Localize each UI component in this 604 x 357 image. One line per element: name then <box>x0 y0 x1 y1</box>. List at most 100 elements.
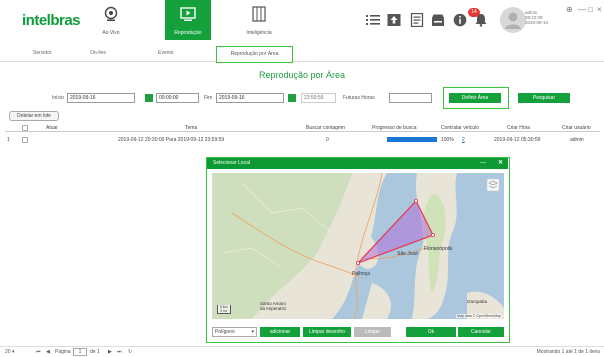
dialog-minimize-icon[interactable]: — <box>480 158 486 169</box>
avatar[interactable] <box>500 7 526 33</box>
clean-button[interactable]: Limpar <box>354 327 391 337</box>
chevron-down-icon: ▾ <box>251 329 254 335</box>
calendar-icon[interactable] <box>288 94 296 102</box>
intelligence-icon <box>252 6 266 22</box>
first-page-icon[interactable]: ⏮ <box>36 349 41 355</box>
shape-select-value: Polígono <box>215 329 235 335</box>
start-time-input[interactable]: 00:00:00 <box>156 93 199 103</box>
dialog-title: Selecionar Local — ✕ <box>207 158 508 169</box>
prev-page-icon[interactable]: ◀ <box>46 349 50 355</box>
col-criar-hora: Criar Hora <box>507 125 531 131</box>
tab-on-line[interactable]: On-line <box>90 50 106 56</box>
playback-icon <box>180 7 196 21</box>
col-criar-usuario: Criar usuário <box>562 125 591 131</box>
minimize-button[interactable]: — <box>578 5 586 14</box>
select-all-checkbox[interactable] <box>22 125 28 131</box>
vehicle-link[interactable]: 2 <box>462 137 465 143</box>
pagination-bar: 20 ▾ ⏮ ◀ Página 1 de 1 ▶ ⏭ ↻ Mostrando 1… <box>0 346 604 357</box>
progress-bar <box>387 137 437 142</box>
row-user: admin <box>570 137 584 143</box>
define-area-button[interactable]: Definir Área <box>449 93 501 103</box>
network-icon[interactable]: ⊕ <box>566 5 573 14</box>
clear-drawing-button[interactable]: Limpar desenho <box>303 327 351 337</box>
refresh-icon[interactable]: ↻ <box>128 349 132 355</box>
tab-reproducao-por-area[interactable]: Reprodução por Área <box>216 46 293 63</box>
chevron-down-icon: ▾ <box>11 349 15 355</box>
page-number-input[interactable]: 1 <box>73 348 87 356</box>
map-scale: 5 km 3 mi <box>217 305 231 314</box>
select-location-dialog: Selecionar Local — ✕ Florianópolis São J… <box>206 157 510 343</box>
col-atuar: Atuar <box>46 125 58 131</box>
tab-servidor[interactable]: Servidor <box>33 50 52 56</box>
row-count: 0 <box>326 137 329 143</box>
next-page-icon[interactable]: ▶ <box>108 349 112 355</box>
map-canvas[interactable] <box>212 173 504 319</box>
map-label-garopaba: Garopaba <box>467 299 488 304</box>
map-view[interactable]: Florianópolis São José Palhoça Santo Ama… <box>212 173 504 319</box>
col-tema: Tema <box>185 125 198 131</box>
pagination-summary: Mostrando 1 até 1 de 1 itens <box>536 349 600 355</box>
page-count: de 1 <box>90 349 100 355</box>
row-created: 2019-09-12 05:30:59 <box>494 137 541 143</box>
map-label-palhoca: Palhoça <box>352 271 371 277</box>
col-progresso: Progresso de busca <box>372 125 417 131</box>
shape-select[interactable]: Polígono ▾ <box>212 327 257 337</box>
table-row[interactable]: 1 2019-09-12 20:30:00 Para 2019-09-12 23… <box>5 135 600 144</box>
nav-reproducao[interactable]: Reprodução <box>165 0 211 40</box>
last-page-icon[interactable]: ⏭ <box>117 349 122 355</box>
start-label: Início <box>52 95 64 101</box>
end-date-input[interactable]: 2019-09-16 <box>216 93 284 103</box>
dialog-title-text: Selecionar Local <box>213 160 250 166</box>
nav-inteligencia[interactable]: Inteligência <box>236 0 282 40</box>
info-icon[interactable] <box>453 13 467 27</box>
nav-label: Reprodução <box>174 30 202 36</box>
table-header: Atuar Tema Buscar contagem Progresso de … <box>5 124 600 132</box>
dialog-footer: Polígono ▾ adicionar Limpar desenho Limp… <box>207 323 508 341</box>
webcam-icon <box>104 6 118 21</box>
hours-label: Futuras Horas <box>343 95 375 101</box>
upload-icon[interactable] <box>387 13 401 27</box>
hours-input[interactable] <box>389 93 432 103</box>
user-icon <box>505 12 521 29</box>
nav-label: Inteligência <box>246 30 272 36</box>
end-label: Fim <box>204 95 213 101</box>
delete-batch-button[interactable]: Deletar em lote <box>9 111 59 121</box>
page-title: Reprodução por Área <box>258 70 346 80</box>
map-label-sao-jose: São José <box>397 251 418 257</box>
row-index: 1 <box>7 137 10 143</box>
cancel-button[interactable]: Cancelar <box>458 327 504 337</box>
nav-label: Ao Vivo <box>102 30 120 36</box>
alarm-badge: 14 <box>468 8 480 17</box>
calendar-icon[interactable] <box>145 94 153 102</box>
row-tema: 2019-09-12 20:30:00 Para 2019-09-12 23:5… <box>118 137 225 143</box>
document-icon[interactable] <box>410 13 424 27</box>
row-checkbox[interactable] <box>22 137 28 143</box>
storage-icon[interactable] <box>431 13 445 27</box>
user-date: 2019-09-16 <box>525 20 549 25</box>
map-attribution: Map data © OpenStreetMap <box>456 314 502 318</box>
end-time-input[interactable]: 23:59:59 <box>301 93 336 103</box>
user-info: admin 09:22:09 2019-09-16 <box>525 10 548 25</box>
row-progress-text: 100% <box>441 137 454 143</box>
map-label-florianopolis: Florianópolis <box>424 246 453 252</box>
col-buscar-contagem: Buscar contagem <box>306 125 345 131</box>
app-header: intelbras Ao Vivo Reprodução Inteligênci… <box>0 0 604 40</box>
list-icon[interactable] <box>366 13 380 27</box>
page-label: Página <box>55 349 71 355</box>
start-date-input[interactable]: 2019-09-16 <box>67 93 135 103</box>
page-size-value: 20 <box>5 349 11 355</box>
nav-ao-vivo[interactable]: Ao Vivo <box>88 0 134 40</box>
close-button[interactable]: × <box>597 5 602 14</box>
search-button[interactable]: Pesquisar <box>518 93 570 103</box>
ok-button[interactable]: Ok <box>406 327 456 337</box>
brand-logo: intelbras <box>22 12 81 29</box>
map-scale-mi: 3 mi <box>220 309 227 313</box>
map-label-santo-amaro: Santo Amaro da Imperatriz <box>260 301 287 311</box>
page-size-select[interactable]: 20 ▾ <box>5 349 14 355</box>
col-veiculo: Contratar veículo <box>441 125 480 131</box>
add-button[interactable]: adicionar <box>260 327 300 337</box>
tab-bar: Servidor On-line Evento Reprodução por Á… <box>0 46 604 63</box>
tab-evento[interactable]: Evento <box>158 50 174 56</box>
maximize-button[interactable]: □ <box>588 5 593 14</box>
dialog-close-icon[interactable]: ✕ <box>498 158 503 169</box>
